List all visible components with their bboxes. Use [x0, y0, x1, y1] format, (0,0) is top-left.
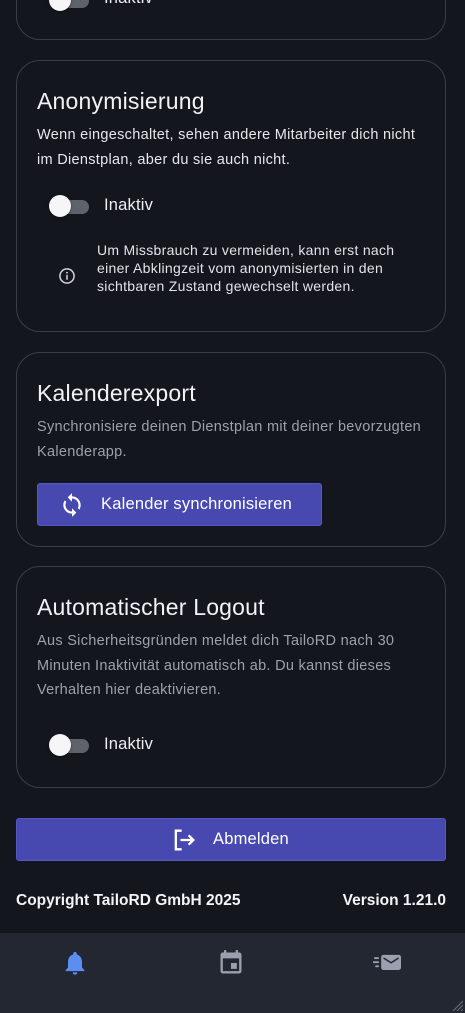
- copyright-text: Copyright TailoRD GmbH 2025: [16, 892, 241, 909]
- anonymization-card: Anonymisierung Wenn eingeschaltet, sehen…: [16, 60, 446, 332]
- auto-logout-toggle-label: Inaktiv: [104, 735, 154, 753]
- version-text: Version 1.21.0: [342, 892, 446, 909]
- anonymization-title: Anonymisierung: [37, 88, 205, 114]
- auto-logout-card: Automatischer Logout Aus Sicherheitsgrün…: [16, 566, 446, 788]
- toggle-knob: [49, 195, 71, 217]
- previous-setting-toggle-label: Inaktiv: [104, 0, 153, 8]
- auto-logout-description: Aus Sicherheitsgründen meldet dich Tailo…: [37, 633, 395, 698]
- anonymization-toggle-label: Inaktiv: [104, 196, 154, 214]
- calendar-export-card: Kalenderexport Synchronisiere deinen Die…: [16, 352, 446, 547]
- sync-calendar-button-label: Kalender synchronisieren: [101, 495, 292, 513]
- auto-logout-title: Automatischer Logout: [37, 594, 265, 620]
- anonymization-toggle[interactable]: [49, 195, 89, 217]
- anonymization-info-text: Um Missbrauch zu vermeiden, kann erst na…: [97, 242, 395, 294]
- anonymization-description: Wenn eingeschaltet, sehen andere Mitarbe…: [37, 127, 416, 168]
- settings-screen: Inaktiv Anonymisierung Wenn eingeschalte…: [0, 0, 465, 1013]
- toggle-knob: [49, 0, 71, 11]
- bottom-navigation: [0, 933, 465, 1013]
- auto-logout-toggle[interactable]: [49, 734, 89, 756]
- bell-icon: [65, 951, 85, 975]
- resize-grip-icon: [452, 1000, 463, 1011]
- nav-calendar[interactable]: [217, 949, 245, 977]
- anonymization-info: Um Missbrauch zu vermeiden, kann erst na…: [55, 241, 425, 311]
- toggle-knob: [49, 734, 71, 756]
- fast-mail-icon: [373, 954, 401, 970]
- logout-button[interactable]: Abmelden: [16, 818, 446, 861]
- logout-button-label: Abmelden: [213, 830, 289, 848]
- previous-setting-toggle[interactable]: [49, 0, 89, 11]
- info-icon: [59, 268, 75, 284]
- logout-icon: [174, 829, 195, 851]
- nav-notifications[interactable]: [61, 949, 89, 977]
- sync-icon: [63, 493, 81, 517]
- nav-messages[interactable]: [372, 949, 401, 977]
- calendar-export-title: Kalenderexport: [37, 380, 196, 406]
- sync-calendar-button[interactable]: Kalender synchronisieren: [37, 483, 322, 526]
- calendar-icon: [220, 950, 242, 974]
- previous-setting-card: Inaktiv: [16, 0, 446, 40]
- calendar-export-description: Synchronisiere deinen Dienstplan mit dei…: [37, 419, 422, 460]
